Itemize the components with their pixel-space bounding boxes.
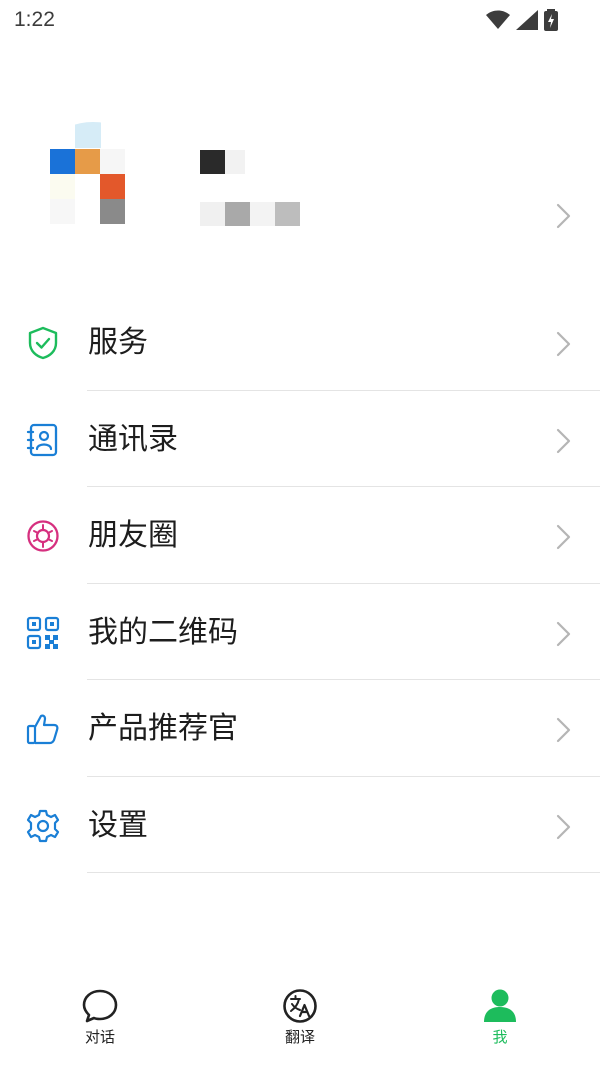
person-icon bbox=[484, 989, 516, 1022]
menu-item-settings[interactable]: 设置 bbox=[0, 777, 600, 873]
chat-bubble-icon bbox=[82, 989, 118, 1023]
wifi-icon bbox=[486, 10, 510, 29]
tab-me[interactable]: 我 bbox=[440, 980, 560, 1066]
tab-label: 翻译 bbox=[284, 1028, 315, 1046]
menu-item-moments[interactable]: 朋友圈 bbox=[0, 487, 600, 584]
menu-item-label: 我的二维码 bbox=[88, 614, 238, 650]
status-time: 1:22 bbox=[14, 8, 55, 31]
cell-signal-icon bbox=[516, 10, 538, 30]
menu-item-label: 设置 bbox=[88, 807, 148, 843]
chevron-right-icon bbox=[556, 524, 571, 550]
chevron-right-icon bbox=[556, 203, 571, 229]
chevron-right-icon bbox=[556, 428, 571, 453]
redacted-name bbox=[200, 150, 245, 174]
menu-item-contacts[interactable]: 通讯录 bbox=[0, 391, 600, 487]
gear-icon bbox=[26, 809, 60, 842]
contacts-book-icon bbox=[26, 423, 58, 456]
menu-item-service[interactable]: 服务 bbox=[0, 294, 600, 391]
status-icons bbox=[486, 8, 558, 32]
menu-item-label: 朋友圈 bbox=[88, 518, 178, 553]
moments-aperture-icon bbox=[27, 520, 59, 552]
battery-charging-icon bbox=[544, 9, 558, 31]
tab-translate[interactable]: 翻译 bbox=[240, 980, 360, 1066]
menu-item-product-recommender[interactable]: 产品推荐官 bbox=[0, 680, 600, 777]
translate-icon bbox=[283, 989, 317, 1023]
chevron-right-icon bbox=[556, 331, 571, 357]
profile-name-block bbox=[200, 148, 304, 234]
menu-item-label: 通讯录 bbox=[88, 421, 178, 457]
qr-code-icon bbox=[26, 616, 60, 649]
chevron-right-icon bbox=[556, 621, 571, 646]
menu-item-label: 产品推荐官 bbox=[88, 711, 238, 746]
redacted-account-id bbox=[200, 202, 300, 226]
tab-label: 对话 bbox=[84, 1028, 115, 1046]
avatar[interactable] bbox=[28, 122, 158, 252]
thumbs-up-icon bbox=[26, 714, 59, 745]
menu-item-qr-code[interactable]: 我的二维码 bbox=[0, 584, 600, 680]
shield-check-icon bbox=[28, 326, 58, 360]
menu-item-label: 服务 bbox=[88, 325, 148, 360]
tab-label: 我 bbox=[492, 1028, 508, 1046]
bottom-tab-bar: 对话 翻译 我 bbox=[0, 980, 600, 1066]
chevron-right-icon bbox=[556, 814, 571, 839]
menu-list: 服务 通讯录 朋友圈 我的二维码 产品推荐官 设置 bbox=[0, 294, 600, 873]
divider bbox=[87, 872, 600, 873]
chevron-right-icon bbox=[556, 717, 571, 743]
tab-chat[interactable]: 对话 bbox=[40, 980, 160, 1066]
status-bar: 1:22 bbox=[0, 0, 600, 42]
profile-header[interactable] bbox=[0, 110, 600, 270]
